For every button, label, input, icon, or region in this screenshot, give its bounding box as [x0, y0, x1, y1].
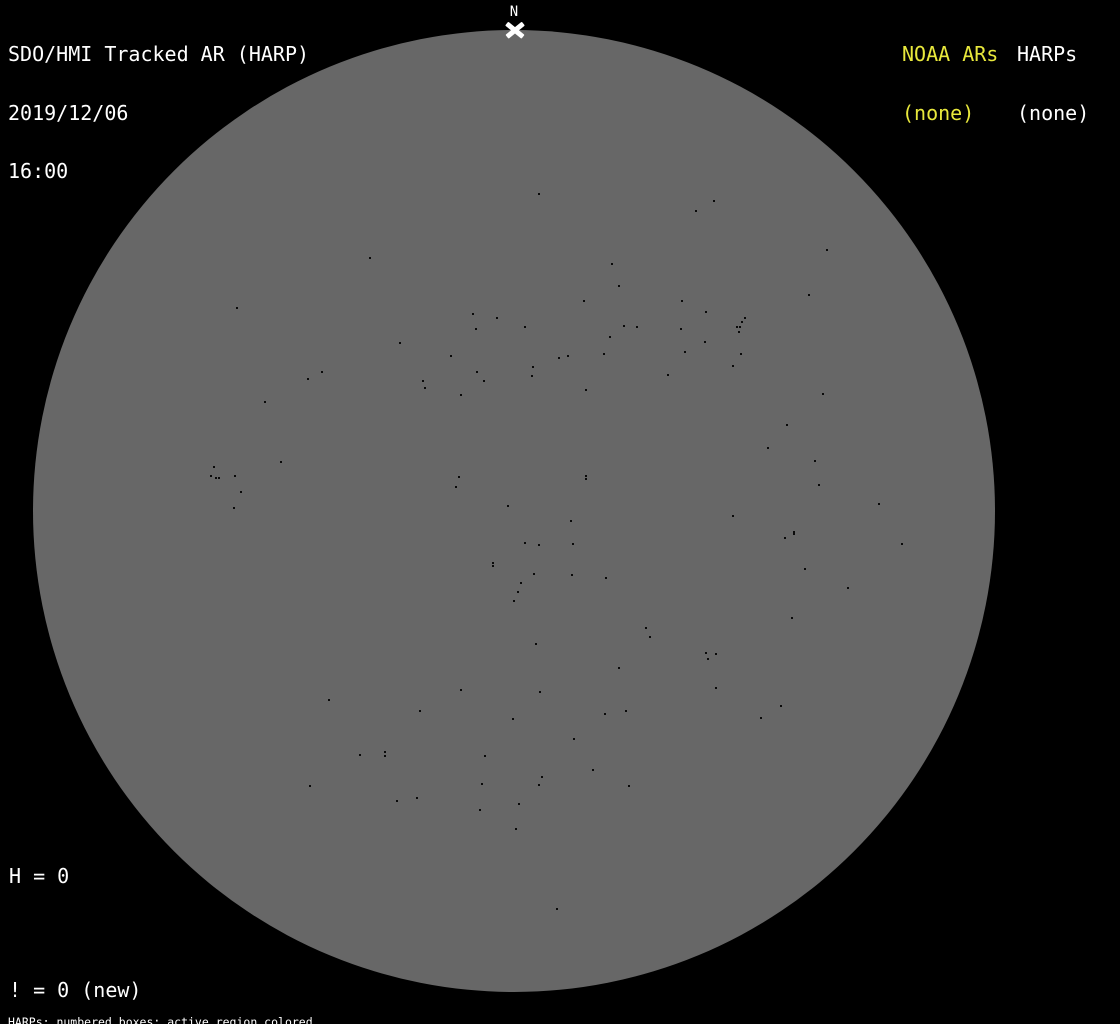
- title-block: SDO/HMI Tracked AR (HARP) 2019/12/06 16:…: [8, 6, 309, 221]
- footer-harps-note: HARPs: numbered boxes; active region col…: [8, 1015, 313, 1024]
- north-cross-icon: [504, 21, 525, 38]
- north-label: N: [509, 4, 519, 20]
- legend-spacer: [9, 924, 238, 943]
- noaa-ars-value: (none): [902, 100, 975, 125]
- noaa-ars-status: NOAA ARs (none): [902, 6, 998, 162]
- time-label: 16:00: [8, 159, 69, 183]
- harps-label: HARPs: [1017, 42, 1078, 66]
- page-title: SDO/HMI Tracked AR (HARP): [8, 42, 310, 66]
- harps-status: HARPs (none): [1017, 6, 1089, 162]
- harp-count: H = 0: [9, 864, 70, 888]
- noaa-ars-label: NOAA ARs: [902, 42, 999, 66]
- harps-value: (none): [1017, 100, 1090, 125]
- date-label: 2019/12/06: [8, 100, 129, 125]
- solar-harp-view: SDO/HMI Tracked AR (HARP) 2019/12/06 16:…: [0, 0, 1120, 1024]
- footer-notes: HARPs: numbered boxes; active region col…: [8, 991, 410, 1024]
